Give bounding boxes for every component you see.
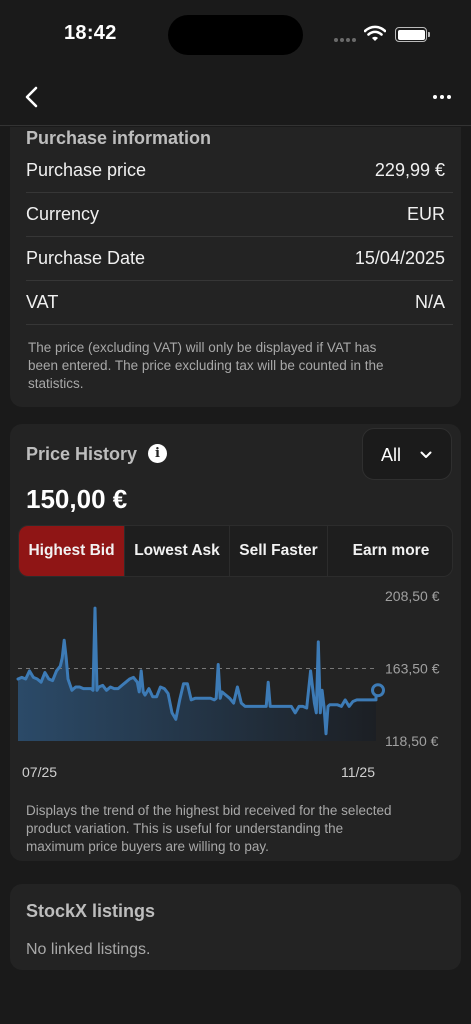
- range-select[interactable]: All: [362, 428, 452, 480]
- dynamic-island: [168, 15, 303, 55]
- vat-note-line: been entered. The price excluding tax wi…: [28, 358, 384, 373]
- stockx-listings-card: StockX listings No linked listings.: [10, 884, 461, 970]
- tab-lowest-ask[interactable]: Lowest Ask: [125, 526, 230, 576]
- price-history-card: Price History i All 150,00 € Highest Bid…: [10, 424, 461, 861]
- price-chart[interactable]: 208,50 € 163,50 € 118,50 € 07/25 11/25: [10, 584, 461, 784]
- tab-earn-more[interactable]: Earn more: [328, 526, 452, 576]
- vat-note-line: statistics.: [28, 376, 84, 391]
- nav-bar: [0, 70, 471, 126]
- purchase-date-value: 15/04/2025: [354, 248, 445, 268]
- vat-row[interactable]: VAT N/A: [26, 281, 453, 325]
- status-bar: 18:42: [0, 0, 471, 70]
- purchase-date-label: Purchase Date: [26, 248, 146, 268]
- stockx-listings-title: StockX listings: [26, 901, 156, 921]
- signal-icon: [334, 38, 358, 42]
- price-history-note-line: maximum price buyers are willing to pay.: [26, 839, 269, 854]
- tab-highest-bid[interactable]: Highest Bid: [19, 526, 125, 576]
- y-tick-label: 163,50 €: [385, 661, 440, 677]
- chart-end-marker[interactable]: [371, 683, 385, 698]
- purchase-info-title: Purchase information: [26, 128, 212, 148]
- price-history-title: Price History: [26, 444, 138, 464]
- info-icon[interactable]: i: [148, 444, 167, 463]
- vat-label: VAT: [26, 292, 59, 312]
- current-price: 150,00 €: [26, 484, 128, 514]
- currency-value: EUR: [406, 204, 445, 224]
- y-tick-label: 118,50 €: [385, 733, 439, 749]
- price-history-note-line: Displays the trend of the highest bid re…: [26, 803, 392, 818]
- chevron-down-icon: [420, 451, 432, 458]
- y-tick-label: 208,50 €: [385, 588, 440, 604]
- x-tick-label: 11/25: [341, 764, 375, 780]
- chevron-left-icon[interactable]: [18, 82, 48, 112]
- purchase-price-label: Purchase price: [26, 160, 147, 180]
- battery-icon: [395, 27, 430, 42]
- purchase-info-card: Purchase information Purchase price 229,…: [10, 127, 461, 407]
- currency-row[interactable]: Currency EUR: [26, 193, 453, 237]
- vat-value: N/A: [414, 292, 445, 312]
- range-select-value: All: [381, 445, 402, 465]
- ellipsis-icon[interactable]: [427, 84, 457, 110]
- currency-label: Currency: [26, 204, 100, 224]
- purchase-price-value: 229,99 €: [374, 160, 445, 180]
- chart-area: [18, 608, 376, 741]
- price-tabs: Highest Bid Lowest Ask Sell Faster Earn …: [18, 525, 453, 577]
- wifi-icon: [364, 25, 386, 41]
- vat-note: The price (excluding VAT) will only be d…: [28, 339, 383, 393]
- x-tick-label: 07/25: [22, 764, 57, 780]
- price-history-note-line: product variation. This is useful for un…: [26, 821, 344, 836]
- price-history-note: Displays the trend of the highest bid re…: [26, 802, 391, 856]
- tab-sell-faster[interactable]: Sell Faster: [230, 526, 328, 576]
- status-time: 18:42: [64, 22, 117, 44]
- purchase-date-row[interactable]: Purchase Date 15/04/2025: [26, 237, 453, 281]
- vat-note-line: The price (excluding VAT) will only be d…: [28, 340, 377, 355]
- stockx-empty-text: No linked listings.: [26, 941, 151, 958]
- purchase-price-row[interactable]: Purchase price 229,99 €: [26, 149, 453, 193]
- price-chart-svg: 208,50 € 163,50 € 118,50 € 07/25 11/25: [16, 588, 440, 780]
